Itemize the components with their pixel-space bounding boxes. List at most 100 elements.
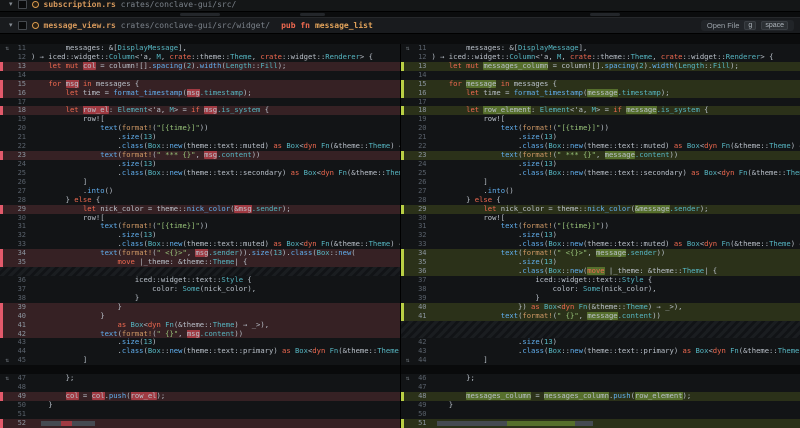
diff-line-right[interactable]: 12) → iced::widget::Column<'a, M, crate:… (401, 53, 800, 62)
diff-line-left[interactable]: 34 text(format!(" <{}>", msg.sender)).si… (0, 249, 401, 258)
diff-line-left[interactable]: 50 } (0, 401, 401, 410)
diff-line-right[interactable] (401, 330, 800, 339)
diff-line-right[interactable]: 40 }) as Box<dyn Fn(&theme::Theme) → _>)… (401, 303, 800, 312)
diff-line-left[interactable]: 49 col = col.push(row_el); (0, 392, 401, 401)
diff-line-left[interactable]: 38 } (0, 294, 401, 303)
open-file-button[interactable]: Open File (707, 21, 740, 30)
diff-line-left[interactable]: 39 } (0, 303, 401, 312)
diff-line-right[interactable]: 14 (401, 71, 800, 80)
diff-line-right[interactable]: 36 .class(Box::new(move |_theme: &theme:… (401, 267, 800, 276)
diff-line-left[interactable]: 24 .size(13) (0, 160, 401, 169)
diff-line-left[interactable] (0, 365, 401, 374)
chevron-down-icon[interactable]: ▾ (9, 1, 13, 8)
diff-panel[interactable]: ⇅11 messages: &[DisplayMessage],⇅11 mess… (0, 44, 800, 428)
stage-checkbox[interactable] (18, 21, 27, 30)
diff-line-left[interactable]: 43 .size(13) (0, 338, 401, 347)
diff-line-right[interactable]: 35 .size(13) (401, 258, 800, 267)
diff-line-right[interactable]: 47 (401, 383, 800, 392)
fold-icon[interactable]: ⇅ (404, 356, 412, 365)
diff-line-left[interactable]: 27 .into() (0, 187, 401, 196)
diff-line-right[interactable]: 39 } (401, 294, 800, 303)
diff-line-right[interactable]: 15 for message in messages { (401, 80, 800, 89)
diff-line-left[interactable]: 35 move |_theme: &theme::Theme| { (0, 258, 401, 267)
diff-line-right[interactable]: 43 .class(Box::new(theme::text::primary)… (401, 347, 800, 356)
diff-line-left[interactable]: 15 for msg in messages { (0, 80, 401, 89)
fold-icon[interactable]: ⇅ (404, 374, 412, 383)
diff-line-right[interactable] (401, 321, 800, 330)
diff-line-right[interactable]: 34 text(format!(" <{}>", message.sender)… (401, 249, 800, 258)
diff-line-right[interactable]: 41 text(format!(" {}", message.content)) (401, 312, 800, 321)
diff-line-right[interactable]: 37 iced::widget::text::Style { (401, 276, 800, 285)
diff-line-right[interactable]: 29 let nick_color = theme::nick_color(&m… (401, 205, 800, 214)
diff-line-left[interactable]: 42 text(format!(" {}", msg.content)) (0, 330, 401, 339)
diff-line-right[interactable]: 25 .class(Box::new(theme::text::secondar… (401, 169, 800, 178)
diff-line-left[interactable]: 21 .size(13) (0, 133, 401, 142)
diff-line-right[interactable]: 21 .size(13) (401, 133, 800, 142)
diff-line-left[interactable]: 19 row![ (0, 115, 401, 124)
diff-line-left[interactable]: 32 .size(13) (0, 231, 401, 240)
fold-icon[interactable]: ⇅ (404, 44, 412, 53)
diff-line-left[interactable]: 28 } else { (0, 196, 401, 205)
diff-line-left[interactable]: 18 let row_el: Element<'a, M> = if msg.i… (0, 106, 401, 115)
diff-line-left[interactable]: 37 color: Some(nick_color), (0, 285, 401, 294)
diff-line-right[interactable]: 27 .into() (401, 187, 800, 196)
diff-line-right[interactable]: 20 text(format!("[{time}]")) (401, 124, 800, 133)
diff-line-left[interactable]: 26 ] (0, 178, 401, 187)
diff-line-left[interactable]: 44 .class(Box::new(theme::text::primary)… (0, 347, 401, 356)
diff-line-left[interactable]: 23 text(format!(" *** {}", msg.content)) (0, 151, 401, 160)
diff-line-right[interactable]: 50 (401, 410, 800, 419)
diff-line-right[interactable]: 26 ] (401, 178, 800, 187)
diff-line-right[interactable]: 49 } (401, 401, 800, 410)
diff-line-left[interactable]: 31 text(format!("[{time}]")) (0, 222, 401, 231)
stage-checkbox[interactable] (18, 0, 27, 9)
diff-line-right[interactable]: 42 .size(13) (401, 338, 800, 347)
diff-line-right[interactable]: 23 text(format!(" *** {}", message.conte… (401, 151, 800, 160)
file-header-message-view[interactable]: ▾ message_view.rs crates/conclave-gui/sr… (0, 17, 800, 34)
diff-line-right[interactable]: ⇅44 ] (401, 356, 800, 365)
diff-line-left[interactable]: 40 } (0, 312, 401, 321)
diff-line-right[interactable]: 38 color: Some(nick_color), (401, 285, 800, 294)
diff-line-left[interactable]: 12) → iced::widget::Column<'a, M, crate:… (0, 53, 401, 62)
diff-line-right[interactable]: 16 let time = format_timestamp(message.t… (401, 89, 800, 98)
diff-line-left[interactable]: 13 let mut col = column![].spacing(2).wi… (0, 62, 401, 71)
diff-line-left[interactable]: 52 (0, 419, 401, 428)
diff-line-right[interactable]: 19 row![ (401, 115, 800, 124)
fold-icon[interactable]: ⇅ (3, 356, 11, 365)
diff-line-left[interactable]: 29 let nick_color = theme::nick_color(&m… (0, 205, 401, 214)
diff-line-left[interactable] (0, 267, 401, 276)
diff-line-right[interactable]: 33 .class(Box::new(theme::text::muted) a… (401, 240, 800, 249)
diff-line-left[interactable]: 51 (0, 410, 401, 419)
diff-line-right[interactable]: 17 (401, 98, 800, 107)
diff-line-left[interactable]: ⇅45 ] (0, 356, 401, 365)
diff-line-left[interactable]: ⇅47 }; (0, 374, 401, 383)
diff-line-right[interactable]: ⇅11 messages: &[DisplayMessage], (401, 44, 800, 53)
diff-line-left[interactable]: 36 iced::widget::text::Style { (0, 276, 401, 285)
file-header-subscription[interactable]: ▾ subscription.rs crates/conclave-gui/sr… (0, 0, 800, 12)
diff-line-right[interactable]: 28 } else { (401, 196, 800, 205)
chevron-down-icon[interactable]: ▾ (9, 22, 13, 29)
diff-line-right[interactable]: 48 messages_column = messages_column.pus… (401, 392, 800, 401)
diff-line-right[interactable]: ⇅46 }; (401, 374, 800, 383)
diff-line-right[interactable]: 22 .class(Box::new(theme::text::muted) a… (401, 142, 800, 151)
diff-line-left[interactable]: 41 as Box<dyn Fn(&theme::Theme) → _>), (0, 321, 401, 330)
diff-line-right[interactable]: 30 row![ (401, 214, 800, 223)
fold-icon[interactable]: ⇅ (3, 374, 11, 383)
diff-line-left[interactable]: 48 (0, 383, 401, 392)
diff-line-left[interactable]: ⇅11 messages: &[DisplayMessage], (0, 44, 401, 53)
diff-line-left[interactable]: 14 (0, 71, 401, 80)
fold-icon[interactable]: ⇅ (3, 44, 11, 53)
diff-line-right[interactable] (401, 365, 800, 374)
diff-line-right[interactable]: 32 .size(13) (401, 231, 800, 240)
diff-line-left[interactable]: 20 text(format!("[{time}]")) (0, 124, 401, 133)
diff-line-left[interactable]: 33 .class(Box::new(theme::text::muted) a… (0, 240, 401, 249)
diff-line-right[interactable]: 18 let row_element: Element<'a, M> = if … (401, 106, 800, 115)
diff-line-left[interactable]: 25 .class(Box::new(theme::text::secondar… (0, 169, 401, 178)
diff-line-left[interactable]: 16 let time = format_timestamp(msg.times… (0, 89, 401, 98)
diff-line-left[interactable]: 17 (0, 98, 401, 107)
diff-line-right[interactable]: 51 (401, 419, 800, 428)
diff-line-right[interactable]: 24 .size(13) (401, 160, 800, 169)
diff-line-left[interactable]: 30 row![ (0, 214, 401, 223)
diff-line-left[interactable]: 22 .class(Box::new(theme::text::muted) a… (0, 142, 401, 151)
diff-line-right[interactable]: 13 let mut messages_column = column![].s… (401, 62, 800, 71)
diff-line-right[interactable]: 31 text(format!("[{time}]")) (401, 222, 800, 231)
